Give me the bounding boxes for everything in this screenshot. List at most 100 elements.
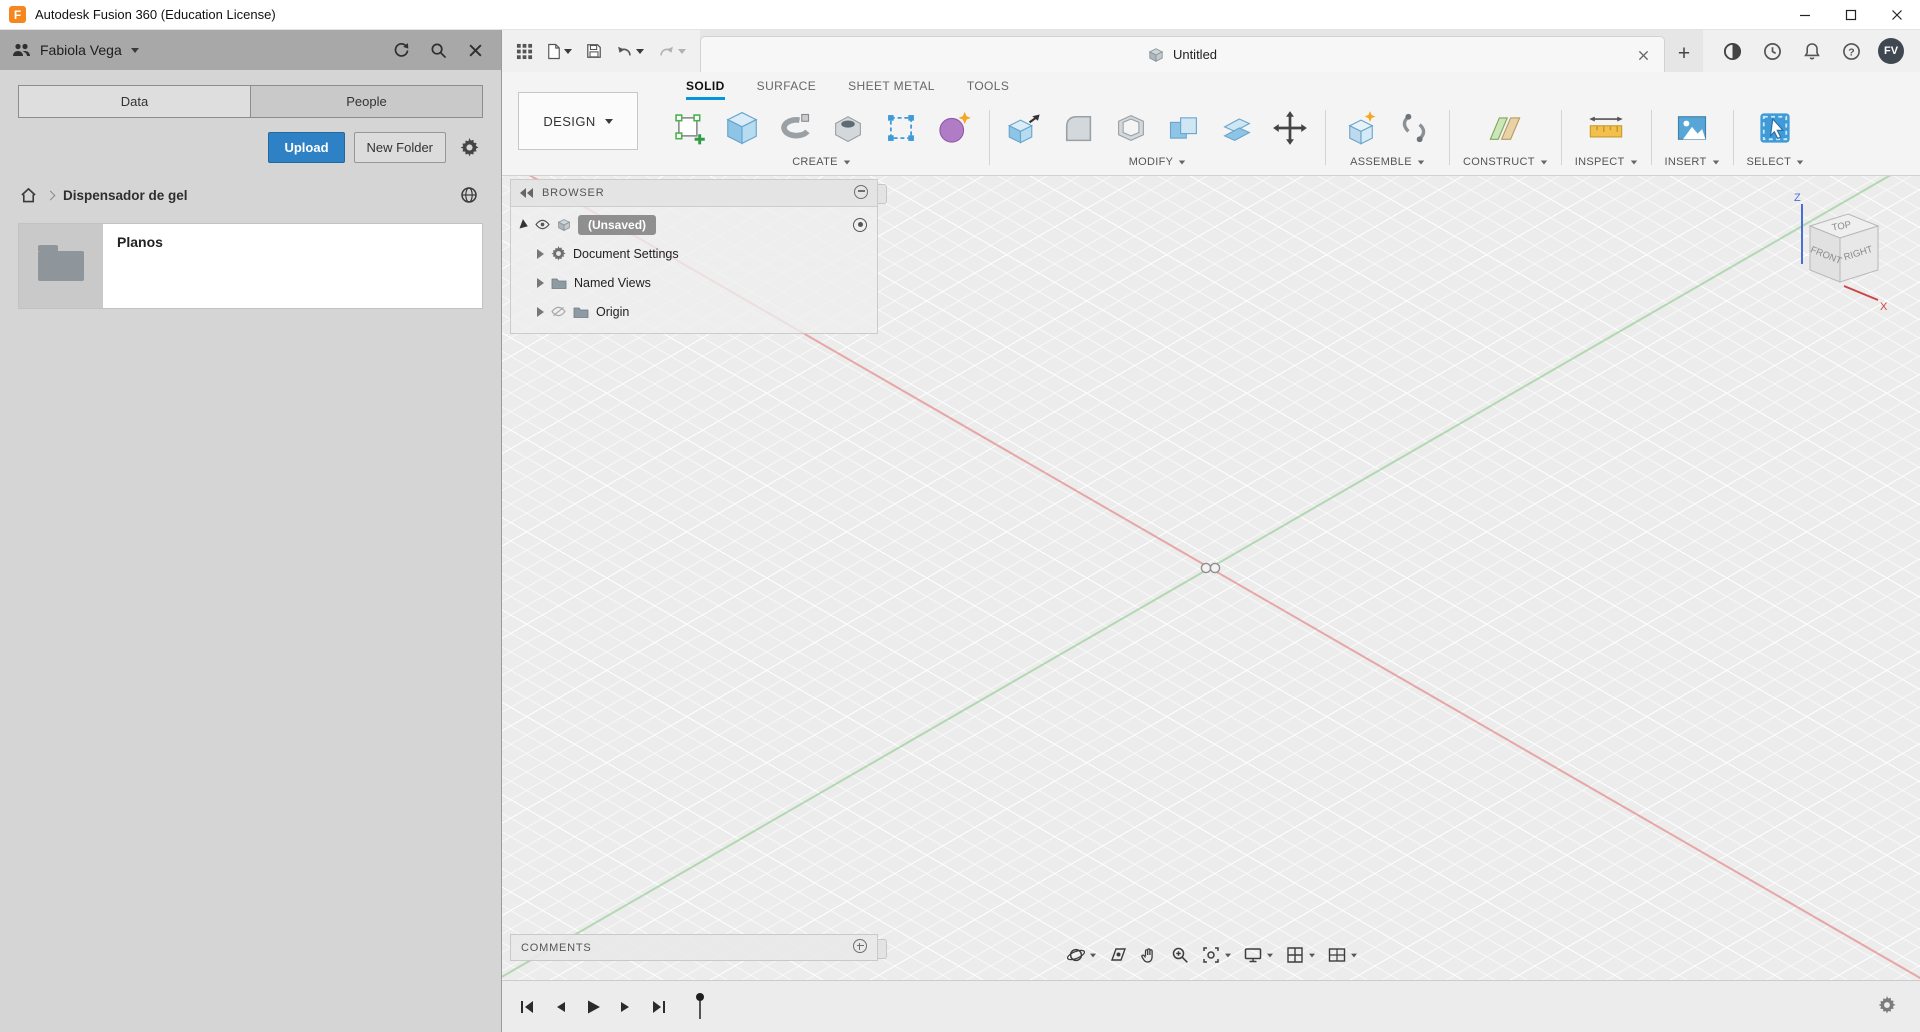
viewport-canvas[interactable]: BROWSER (Unsaved) Document Settings Name…: [502, 176, 1920, 980]
root-node-label[interactable]: (Unsaved): [578, 214, 657, 235]
measure-button[interactable]: [1584, 105, 1628, 151]
skip-to-end-button[interactable]: [648, 996, 670, 1018]
open-on-web-button[interactable]: [455, 181, 483, 209]
origin-marker-icon[interactable]: [1199, 561, 1223, 575]
redo-button[interactable]: [654, 36, 690, 66]
tree-row-named-views[interactable]: Named Views: [511, 268, 877, 297]
tab-surface[interactable]: SURFACE: [757, 79, 816, 100]
tab-solid[interactable]: SOLID: [686, 79, 725, 100]
extrude-button[interactable]: [720, 105, 764, 151]
press-pull-button[interactable]: [1003, 105, 1047, 151]
refresh-button[interactable]: [387, 36, 415, 64]
new-folder-button[interactable]: New Folder: [353, 132, 446, 163]
inspect-dropdown[interactable]: INSPECT: [1575, 153, 1638, 173]
expand-arrow-icon[interactable]: [537, 277, 544, 288]
play-button[interactable]: [582, 996, 604, 1018]
breadcrumb-project[interactable]: Dispensador de gel: [63, 188, 188, 203]
app-title: Autodesk Fusion 360 (Education License): [35, 7, 276, 22]
select-dropdown[interactable]: SELECT: [1747, 153, 1805, 173]
shell-button[interactable]: [1109, 105, 1153, 151]
workspace-switcher[interactable]: DESIGN: [518, 92, 638, 150]
chevron-down-icon[interactable]: [130, 47, 139, 53]
tree-row-origin[interactable]: Origin: [511, 297, 877, 326]
timeline-settings-button[interactable]: [1878, 996, 1896, 1017]
step-back-button[interactable]: [549, 996, 571, 1018]
avatar[interactable]: FV: [1878, 38, 1904, 64]
timeline-controls: [516, 996, 670, 1018]
move-copy-button[interactable]: [1268, 105, 1312, 151]
create-sketch-button[interactable]: [667, 105, 711, 151]
create-form-button[interactable]: [932, 105, 976, 151]
tab-data[interactable]: Data: [19, 86, 250, 117]
fit-button[interactable]: [1199, 943, 1234, 967]
extensions-button[interactable]: [1719, 36, 1746, 66]
close-panel-button[interactable]: [461, 36, 489, 64]
hole-button[interactable]: [826, 105, 870, 151]
collapse-icon[interactable]: [520, 188, 533, 198]
select-button[interactable]: [1753, 105, 1797, 151]
timeline-position-marker[interactable]: [692, 992, 708, 1022]
joint-button[interactable]: [1392, 105, 1436, 151]
tab-people[interactable]: People: [250, 86, 482, 117]
fillet-button[interactable]: [1056, 105, 1100, 151]
panel-resize-handle[interactable]: [878, 184, 887, 204]
orbit-button[interactable]: [1064, 943, 1099, 967]
base-feature-button[interactable]: [879, 105, 923, 151]
add-comment-button[interactable]: [853, 939, 867, 956]
viewports-button[interactable]: [1325, 943, 1360, 967]
upload-button[interactable]: Upload: [268, 132, 345, 163]
skip-end-icon: [653, 1000, 665, 1013]
expand-arrow-icon[interactable]: [519, 218, 530, 231]
help-button[interactable]: ?: [1838, 36, 1865, 66]
look-at-button[interactable]: [1106, 943, 1130, 967]
new-tab-button[interactable]: +: [1665, 36, 1703, 72]
skip-to-start-button[interactable]: [516, 996, 538, 1018]
close-tab-button[interactable]: [1634, 46, 1652, 64]
insert-dropdown[interactable]: INSERT: [1665, 153, 1720, 173]
document-tab-untitled[interactable]: Untitled: [700, 36, 1665, 72]
file-menu-button[interactable]: [543, 36, 576, 66]
folder-item-planos[interactable]: Planos: [18, 223, 483, 309]
panel-settings-button[interactable]: [455, 134, 483, 162]
eye-off-icon[interactable]: [551, 306, 566, 317]
show-data-panel-button[interactable]: [512, 36, 537, 66]
display-settings-button[interactable]: [1241, 943, 1276, 967]
grid-settings-button[interactable]: [1283, 943, 1318, 967]
minimize-button[interactable]: [1782, 0, 1828, 30]
create-dropdown[interactable]: CREATE: [792, 153, 851, 173]
user-name[interactable]: Fabiola Vega: [40, 42, 122, 58]
expand-arrow-icon[interactable]: [537, 248, 544, 259]
expand-arrow-icon[interactable]: [537, 306, 544, 317]
tree-row-document-settings[interactable]: Document Settings: [511, 239, 877, 268]
tab-tools[interactable]: TOOLS: [967, 79, 1009, 100]
split-body-button[interactable]: [1215, 105, 1259, 151]
panel-resize-handle[interactable]: [878, 939, 887, 959]
search-button[interactable]: [424, 36, 452, 64]
step-forward-button[interactable]: [615, 996, 637, 1018]
combine-button[interactable]: [1162, 105, 1206, 151]
pan-button[interactable]: [1137, 943, 1161, 967]
insert-canvas-button[interactable]: [1670, 105, 1714, 151]
construct-dropdown[interactable]: CONSTRUCT: [1463, 153, 1548, 173]
fit-icon: [1203, 947, 1219, 963]
zoom-button[interactable]: [1168, 943, 1192, 967]
view-cube[interactable]: Z X TOP FRONT RIGHT: [1768, 188, 1898, 314]
new-component-button[interactable]: [1339, 105, 1383, 151]
comments-bar[interactable]: COMMENTS: [510, 934, 887, 961]
undo-button[interactable]: [612, 36, 648, 66]
save-button[interactable]: [582, 36, 606, 66]
assemble-dropdown[interactable]: ASSEMBLE: [1350, 153, 1425, 173]
revolve-button[interactable]: [773, 105, 817, 151]
construct-plane-button[interactable]: [1483, 105, 1527, 151]
job-status-button[interactable]: [1759, 36, 1786, 66]
modify-dropdown[interactable]: MODIFY: [1129, 153, 1187, 173]
maximize-button[interactable]: [1828, 0, 1874, 30]
activate-radio-icon[interactable]: [853, 217, 867, 232]
tree-row-root[interactable]: (Unsaved): [511, 210, 877, 239]
close-window-button[interactable]: [1874, 0, 1920, 30]
tab-sheet-metal[interactable]: SHEET METAL: [848, 79, 935, 100]
eye-icon[interactable]: [535, 219, 550, 230]
notifications-button[interactable]: [1799, 36, 1825, 66]
isolate-button[interactable]: [854, 184, 868, 202]
home-button[interactable]: [18, 185, 38, 205]
